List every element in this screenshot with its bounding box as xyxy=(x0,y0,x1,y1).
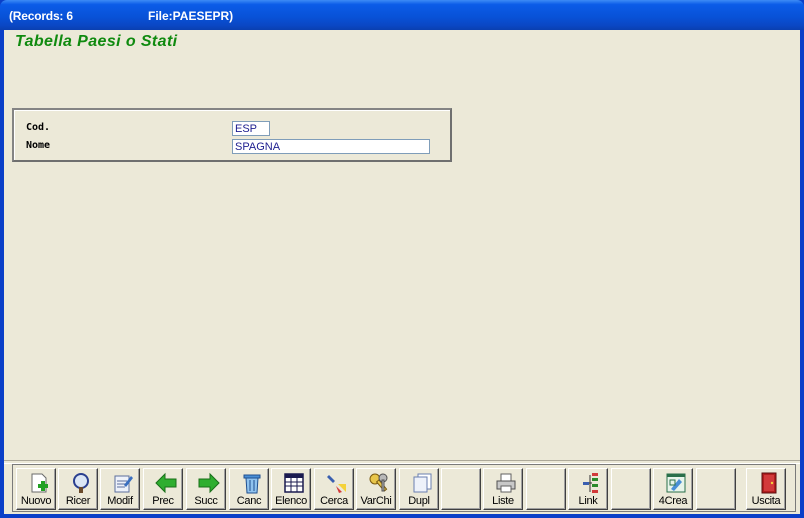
prec-label: Prec xyxy=(152,495,174,507)
ricer-button[interactable]: Ricer xyxy=(58,468,98,510)
records-count: (Records: 6 xyxy=(9,9,73,23)
duplicate-icon xyxy=(413,473,432,493)
link-label: Link xyxy=(578,495,598,507)
file-name: File:PAESEPR) xyxy=(148,9,234,23)
keys-icon xyxy=(369,473,388,492)
design-icon xyxy=(666,473,686,493)
trash-icon xyxy=(243,474,261,494)
nome-field[interactable] xyxy=(232,139,430,154)
form-area: Tabella Paesi o Stati Cod. Nome Nuovo xyxy=(4,30,800,514)
tree-icon xyxy=(583,473,598,493)
canc-button[interactable]: Canc xyxy=(229,468,269,510)
nuovo-button[interactable]: Nuovo xyxy=(16,468,56,510)
cerca-button[interactable]: Cerca xyxy=(314,468,354,510)
cod-field[interactable] xyxy=(232,121,270,136)
uscita-label: Uscita xyxy=(751,495,781,507)
modif-label: Modif xyxy=(107,495,133,507)
nome-label: Nome xyxy=(26,140,51,151)
edit-document-icon xyxy=(114,475,133,493)
elenco-button[interactable]: Elenco xyxy=(271,468,311,510)
uscita-button[interactable]: Uscita xyxy=(746,468,786,510)
flashlight-icon xyxy=(327,475,346,493)
table-icon xyxy=(284,473,304,493)
ricer-label: Ricer xyxy=(65,495,91,507)
cerca-label: Cerca xyxy=(320,495,348,507)
form-title: Tabella Paesi o Stati xyxy=(15,33,178,50)
varchi-button[interactable]: VarChi xyxy=(356,468,396,510)
arrow-left-icon xyxy=(155,472,177,494)
4crea-button[interactable]: 4Crea xyxy=(653,468,693,510)
toolbar: Nuovo Ricer Modif Prec Succ Canc Elenco … xyxy=(12,464,796,512)
window-bottom-border xyxy=(0,514,804,518)
arrow-right-icon xyxy=(198,472,220,494)
link-button[interactable]: Link xyxy=(568,468,608,510)
printer-icon xyxy=(496,473,516,493)
empty-button-4[interactable] xyxy=(696,468,736,510)
dupl-button[interactable]: Dupl xyxy=(399,468,439,510)
modif-button[interactable]: Modif xyxy=(100,468,140,510)
nuovo-label: Nuovo xyxy=(20,495,52,507)
exit-door-icon xyxy=(761,472,777,494)
canc-label: Canc xyxy=(236,495,262,507)
search-magnifier-icon xyxy=(73,473,89,493)
empty-button-3[interactable] xyxy=(611,468,651,510)
empty-button-2[interactable] xyxy=(526,468,566,510)
new-page-icon xyxy=(31,473,48,493)
elenco-label: Elenco xyxy=(275,495,307,507)
app-window: (Records: 6 File:PAESEPR) Tabella Paesi … xyxy=(0,0,804,518)
dupl-label: Dupl xyxy=(408,495,430,507)
fields-group: Cod. Nome xyxy=(12,108,452,162)
title-bar[interactable]: (Records: 6 File:PAESEPR) xyxy=(0,0,804,30)
succ-label: Succ xyxy=(194,495,218,507)
succ-button[interactable]: Succ xyxy=(186,468,226,510)
empty-button-1[interactable] xyxy=(441,468,481,510)
varchi-label: VarChi xyxy=(360,495,392,507)
cod-label: Cod. xyxy=(26,122,51,133)
4crea-label: 4Crea xyxy=(658,495,688,507)
liste-label: Liste xyxy=(492,495,514,507)
prec-button[interactable]: Prec xyxy=(143,468,183,510)
liste-button[interactable]: Liste xyxy=(483,468,523,510)
